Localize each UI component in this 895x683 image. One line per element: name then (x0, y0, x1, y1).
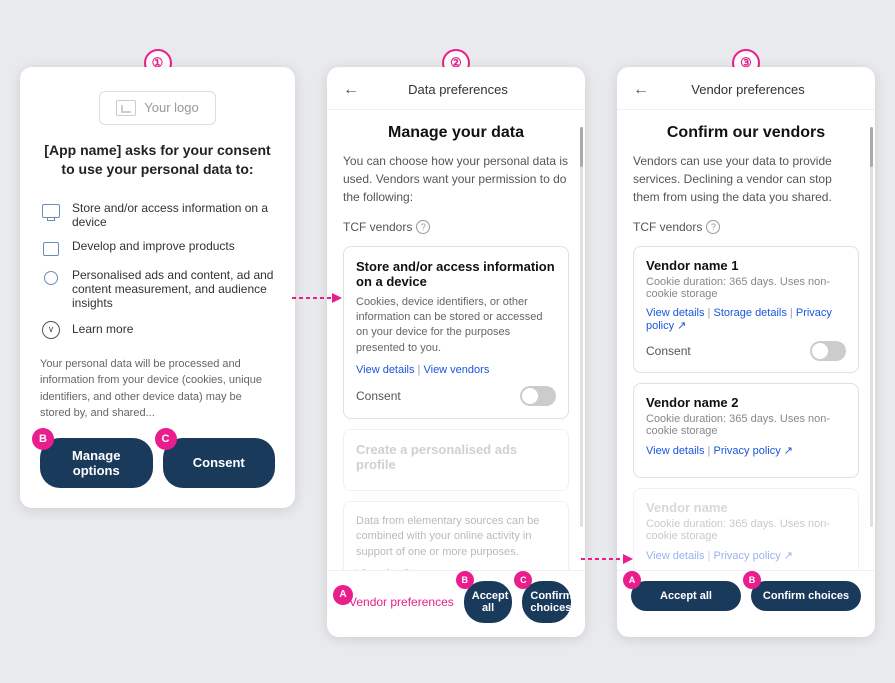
purpose-desc: Cookies, device identifiers, or other in… (356, 295, 556, 357)
badge-c-p2: C (514, 571, 532, 589)
panel-header: ← Data preferences (327, 67, 585, 110)
vendor-card-2: Vendor name 2 Cookie duration: 365 days.… (633, 383, 859, 478)
vendor-links-1: View details Storage details Privacy pol… (646, 307, 846, 332)
consent-items-list: Store and/or access information on a dev… (40, 196, 275, 344)
consent-body-text: Your personal data will be processed and… (40, 356, 275, 422)
item-text: Personalised ads and content, ad and con… (72, 268, 275, 310)
vendor-meta-2: Cookie duration: 365 days. Uses non-cook… (646, 413, 846, 437)
dashed-arrow-1 (292, 288, 347, 308)
scrollbar-p3[interactable] (870, 127, 873, 527)
item-text: Store and/or access information on a dev… (72, 201, 275, 229)
consent-label-v1: Consent (646, 344, 691, 358)
confirm-choices-button-p2[interactable]: C Confirm choices (522, 581, 571, 623)
badge-c: C (155, 428, 177, 450)
learn-more-label: Learn more (72, 322, 133, 336)
consent-title: [App name] asks for your consent to use … (40, 141, 275, 180)
person-icon (40, 269, 62, 287)
back-arrow-icon[interactable]: ← (343, 81, 359, 99)
accept-all-button-p2[interactable]: B Accept all (464, 581, 513, 623)
back-arrow-icon-p3[interactable]: ← (633, 81, 649, 99)
consent-toggle[interactable] (520, 386, 556, 406)
monitor-icon (40, 202, 62, 220)
consent-label: Consent (356, 389, 401, 403)
confirm-choices-button-p3[interactable]: B Confirm choices (751, 581, 861, 611)
purpose-card-2: Create a personalised ads profile (343, 429, 569, 491)
manage-options-button[interactable]: B Manage options (40, 438, 153, 488)
view-details-v3[interactable]: View details (646, 550, 713, 562)
consent-panel: Your logo [App name] asks for your conse… (20, 67, 295, 508)
logo-text: Your logo (144, 100, 198, 115)
consent-row-v1: Consent (646, 341, 846, 361)
consent-button[interactable]: C Consent (163, 438, 276, 488)
vendor-name-1: Vendor name 1 (646, 258, 846, 273)
panel1-buttons: B Manage options C Consent (40, 438, 275, 488)
learn-more-item[interactable]: ∨ Learn more (40, 315, 275, 344)
scrollbar-thumb-p3[interactable] (870, 127, 873, 167)
badge-b: B (32, 428, 54, 450)
dashed-arrow-2 (581, 549, 639, 569)
chevron-down-icon: ∨ (40, 321, 62, 339)
view-details-v1[interactable]: View details (646, 307, 713, 319)
panel-scroll-area: Manage your data You can choose how your… (327, 110, 585, 570)
purpose-card-3: Data from elementary sources can be comb… (343, 501, 569, 569)
purpose-title-greyed: Create a personalised ads profile (356, 442, 556, 472)
vendor-links-2: View details Privacy policy ↗ (646, 444, 846, 457)
panel2-footer: A Vendor preferences B Accept all C Conf… (327, 570, 585, 633)
purpose-title: Store and/or access information on a dev… (356, 259, 556, 289)
panel3-scroll-area: Confirm our vendors Vendors can use your… (617, 110, 875, 570)
panel3-description: Vendors can use your data to provide ser… (633, 152, 859, 206)
panel3-footer: A Accept all B Confirm choices (617, 570, 875, 621)
info-icon: ? (416, 220, 430, 234)
item-text: Develop and improve products (72, 239, 235, 253)
panel3-title: Confirm our vendors (633, 124, 859, 142)
purpose-desc-greyed: Data from elementary sources can be comb… (356, 514, 556, 560)
vendor-meta-3: Cookie duration: 365 days. Uses non-cook… (646, 518, 846, 542)
badge-b-p3: B (743, 571, 761, 589)
vendor-link-text: Vendor preferences (349, 595, 454, 609)
tcf-vendors-label-p3: TCF vendors ? (633, 220, 859, 234)
badge-b-p2: B (456, 571, 474, 589)
vendor-name-3: Vendor name (646, 500, 846, 515)
logo-area: Your logo (40, 91, 275, 125)
accept-all-button-p3[interactable]: A Accept all (631, 581, 741, 611)
data-preferences-panel: ← Data preferences Manage your data You … (327, 67, 585, 637)
vendor-preferences-link[interactable]: A Vendor preferences (341, 595, 454, 609)
panel3-header-title: Vendor preferences (657, 82, 839, 97)
list-item: Personalised ads and content, ad and con… (40, 263, 275, 315)
scrollbar-thumb[interactable] (580, 127, 583, 167)
info-icon-p3: ? (706, 220, 720, 234)
consent-row: Consent (356, 386, 556, 406)
image-icon (116, 100, 136, 116)
privacy-policy-v2[interactable]: Privacy policy ↗ (713, 445, 793, 457)
vendor-links-3: View details Privacy policy ↗ (646, 549, 846, 562)
storage-details-v1[interactable]: Storage details (713, 307, 795, 319)
consent-toggle-v1[interactable] (810, 341, 846, 361)
vendor-preferences-panel: ← Vendor preferences Confirm our vendors… (617, 67, 875, 637)
view-details-v2[interactable]: View details (646, 445, 713, 457)
logo-box: Your logo (99, 91, 215, 125)
vendor-name-2: Vendor name 2 (646, 395, 846, 410)
badge-a-p2: A (333, 585, 353, 605)
vendor-card-1: Vendor name 1 Cookie duration: 365 days.… (633, 246, 859, 373)
badge-a-p3: A (623, 571, 641, 589)
vendor-meta-1: Cookie duration: 365 days. Uses non-cook… (646, 276, 846, 300)
view-vendors-link[interactable]: View vendors (423, 364, 489, 376)
view-details-link-2[interactable]: View details (356, 568, 415, 569)
panel2-title: Manage your data (343, 124, 569, 142)
list-item: Store and/or access information on a dev… (40, 196, 275, 234)
vendor-card-3: Vendor name Cookie duration: 365 days. U… (633, 488, 859, 570)
scrollbar[interactable] (580, 127, 583, 527)
panel2-description: You can choose how your personal data is… (343, 152, 569, 206)
tools-icon (40, 240, 62, 258)
tcf-vendors-label: TCF vendors ? (343, 220, 569, 234)
panel3-header: ← Vendor preferences (617, 67, 875, 110)
privacy-policy-v3[interactable]: Privacy policy ↗ (713, 550, 793, 562)
purpose-links: View details View vendors (356, 364, 556, 376)
list-item: Develop and improve products (40, 234, 275, 263)
purpose-links-greyed: View details (356, 568, 556, 569)
view-details-link[interactable]: View details (356, 364, 423, 376)
panel-header-title: Data preferences (367, 82, 549, 97)
purpose-card-1: Store and/or access information on a dev… (343, 246, 569, 420)
